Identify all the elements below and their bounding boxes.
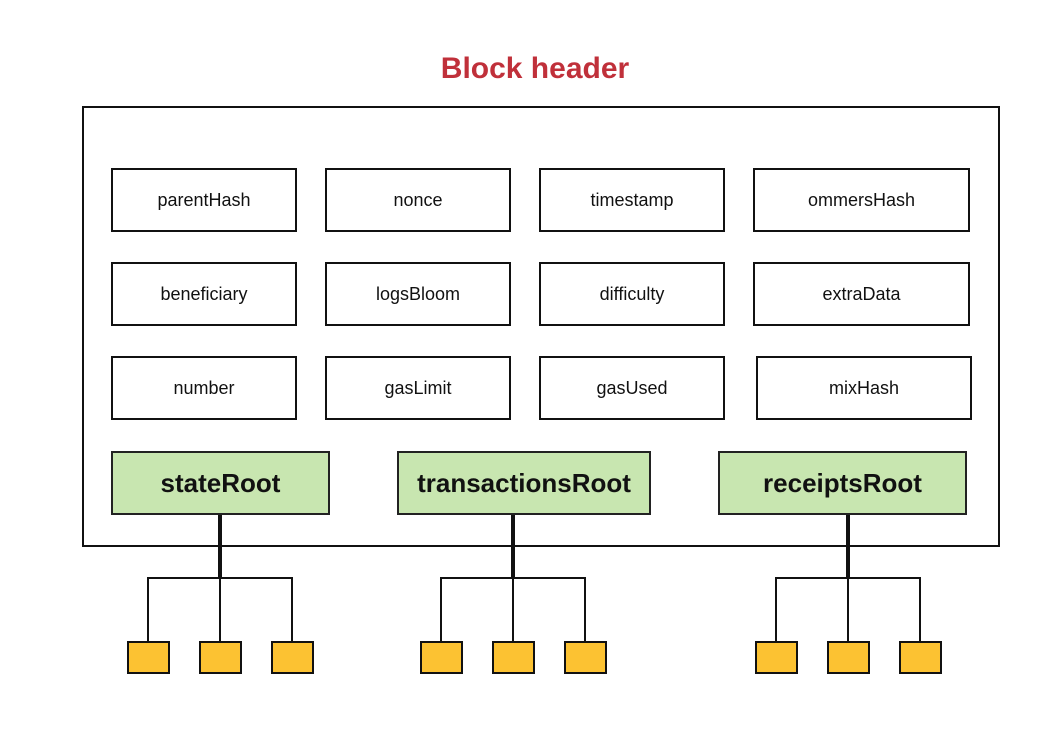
child-node [127, 641, 170, 674]
root-receipts: receiptsRoot [718, 451, 967, 515]
field-parent-hash: parentHash [111, 168, 297, 232]
child-node [755, 641, 798, 674]
child-node [827, 641, 870, 674]
child-connector [847, 577, 849, 643]
field-difficulty: difficulty [539, 262, 725, 326]
field-ommers-hash: ommersHash [753, 168, 970, 232]
child-connector [291, 577, 293, 643]
child-connector [440, 577, 442, 643]
child-connector [584, 577, 586, 643]
root-transactions: transactionsRoot [397, 451, 651, 515]
field-number: number [111, 356, 297, 420]
child-node [564, 641, 607, 674]
field-gas-limit: gasLimit [325, 356, 511, 420]
field-extra-data: extraData [753, 262, 970, 326]
field-timestamp: timestamp [539, 168, 725, 232]
root-connector-trunk [846, 515, 850, 578]
field-logs-bloom: logsBloom [325, 262, 511, 326]
field-nonce: nonce [325, 168, 511, 232]
child-connector [219, 577, 221, 643]
field-gas-used: gasUsed [539, 356, 725, 420]
child-node [199, 641, 242, 674]
root-state: stateRoot [111, 451, 330, 515]
field-mix-hash: mixHash [756, 356, 972, 420]
child-connector [775, 577, 777, 643]
child-connector [512, 577, 514, 643]
child-connector [147, 577, 149, 643]
root-connector-trunk [511, 515, 515, 578]
child-node [492, 641, 535, 674]
child-connector [919, 577, 921, 643]
child-node [271, 641, 314, 674]
diagram-title: Block header [440, 52, 630, 85]
field-beneficiary: beneficiary [111, 262, 297, 326]
child-node [899, 641, 942, 674]
root-connector-trunk [218, 515, 222, 578]
child-node [420, 641, 463, 674]
